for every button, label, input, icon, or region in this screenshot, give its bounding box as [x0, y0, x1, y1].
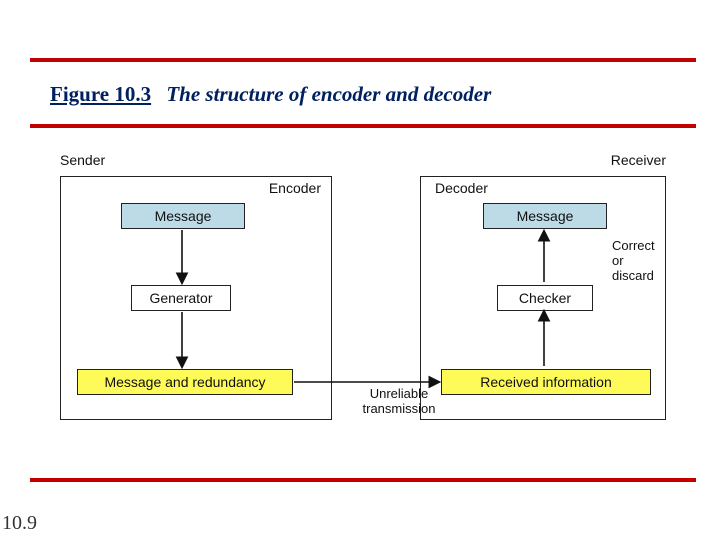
correct-or-discard-label: Correct or discard — [612, 238, 666, 283]
decoder-message-box: Message — [483, 203, 607, 229]
decoder-title: Decoder — [435, 180, 488, 196]
encoder-title: Encoder — [269, 180, 321, 196]
encoder-message-box: Message — [121, 203, 245, 229]
decoder-received-box: Received information — [441, 369, 651, 395]
rule-under-title — [30, 124, 696, 128]
rule-bottom — [30, 478, 696, 482]
encoder-group: Encoder Message Generator Message and re… — [60, 176, 332, 420]
decoder-group: Decoder Message Checker Received informa… — [420, 176, 666, 420]
decoder-checker-box: Checker — [497, 285, 593, 311]
figure-caption: The structure of encoder and decoder — [166, 82, 491, 106]
sender-label: Sender — [60, 152, 105, 168]
encoder-generator-box: Generator — [131, 285, 231, 311]
page-footer: 10.9 — [2, 512, 37, 535]
figure-number: Figure 10.3 — [50, 82, 151, 106]
receiver-label: Receiver — [611, 152, 666, 168]
figure-title: Figure 10.3 The structure of encoder and… — [50, 82, 680, 107]
diagram: Sender Receiver Encoder Message Generato… — [60, 150, 666, 450]
unreliable-transmission-label: Unreliable transmission — [344, 386, 454, 416]
encoder-output-box: Message and redundancy — [77, 369, 293, 395]
rule-top — [30, 58, 696, 62]
